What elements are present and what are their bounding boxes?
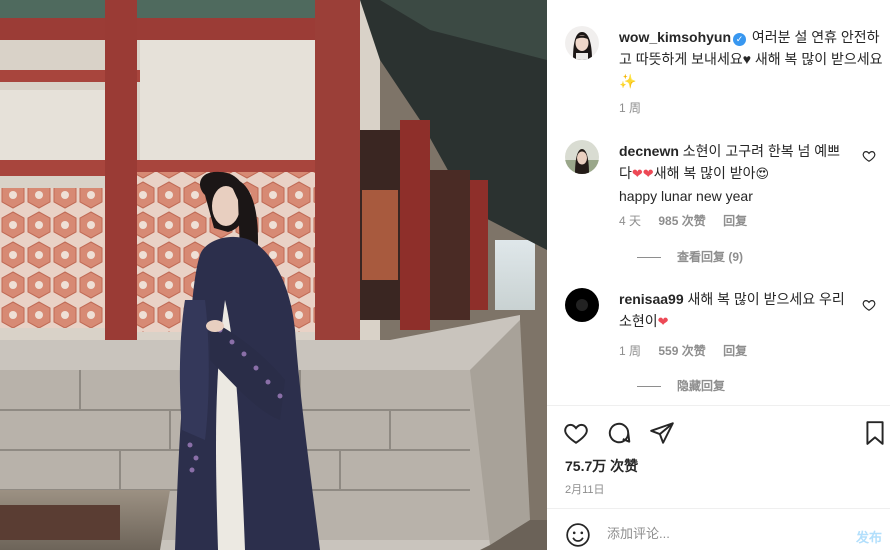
action-bar [563,420,890,446]
comment-meta: 1 周 559 次赞 回复 [619,342,761,359]
comment-body-line2: happy lunar new year [619,188,753,204]
commenter-username[interactable]: renisaa99 [619,291,684,307]
like-comment-heart-icon[interactable] [862,149,876,163]
heart-icon[interactable] [563,420,589,446]
likes-count[interactable]: 75.7万 次赞 [565,456,638,476]
red-heart-emoji-icon: ❤ [631,166,643,181]
author-avatar[interactable] [565,26,599,60]
like-comment-heart-icon[interactable] [862,298,876,312]
red-heart-emoji-icon: ❤ [642,166,654,181]
comment-text: decnewn 소현이 고구려 한복 넘 예쁘다❤❤새해 복 많이 받아😍 ha… [619,140,851,207]
share-icon[interactable] [649,420,675,446]
comment-timestamp[interactable]: 4 天 [619,214,641,228]
smiley-icon[interactable] [565,522,591,548]
divider [547,405,890,406]
post-date[interactable]: 2月11日 [565,481,605,497]
comment-meta: 4 天 985 次赞 回复 [619,212,761,229]
hide-replies-button[interactable]: 隐藏回复 [637,377,725,394]
post-photo[interactable] [0,0,547,550]
commenter-avatar[interactable] [565,140,599,174]
post-side-panel: wow_kimsohyun ✓ 여러분 설 연휴 안전하고 따뜻하게 보내세요♥ … [547,0,890,550]
red-heart-emoji-icon: ❤ [657,314,669,329]
author-username[interactable]: wow_kimsohyun [619,29,731,45]
view-replies-label: 查看回复 (9) [677,250,744,264]
reply-button[interactable]: 回复 [723,214,747,228]
hide-replies-label: 隐藏回复 [677,379,726,393]
commenter-avatar[interactable] [565,288,599,322]
comment-likes[interactable]: 985 次赞 [658,214,705,228]
add-comment-bar: 发布 [547,520,890,550]
comment-icon[interactable] [606,420,632,446]
replies-line [637,386,661,388]
reply-button[interactable]: 回复 [723,344,747,358]
replies-line [637,257,661,259]
caption-timestamp[interactable]: 1 周 [619,99,641,116]
bookmark-icon[interactable] [862,420,888,446]
commenter-username[interactable]: decnewn [619,143,679,159]
divider [547,508,890,509]
add-comment-input[interactable] [607,526,827,541]
comment-timestamp[interactable]: 1 周 [619,344,641,358]
verified-badge-icon: ✓ [733,33,747,46]
caption-text: wow_kimsohyun ✓ 여러분 설 연휴 안전하고 따뜻하게 보내세요♥ … [619,26,883,92]
post-comment-button[interactable]: 发布 [856,527,882,546]
view-replies-button[interactable]: 查看回复 (9) [637,248,743,265]
comment-likes[interactable]: 559 次赞 [658,344,705,358]
heart-eyes-emoji-icon: 😍 [755,166,770,181]
post-image [0,0,547,550]
comment-text: renisaa99 새해 복 많이 받으세요 우리 소현이❤ [619,288,851,333]
comment-body-continued: 새해 복 많이 받아 [653,165,756,181]
